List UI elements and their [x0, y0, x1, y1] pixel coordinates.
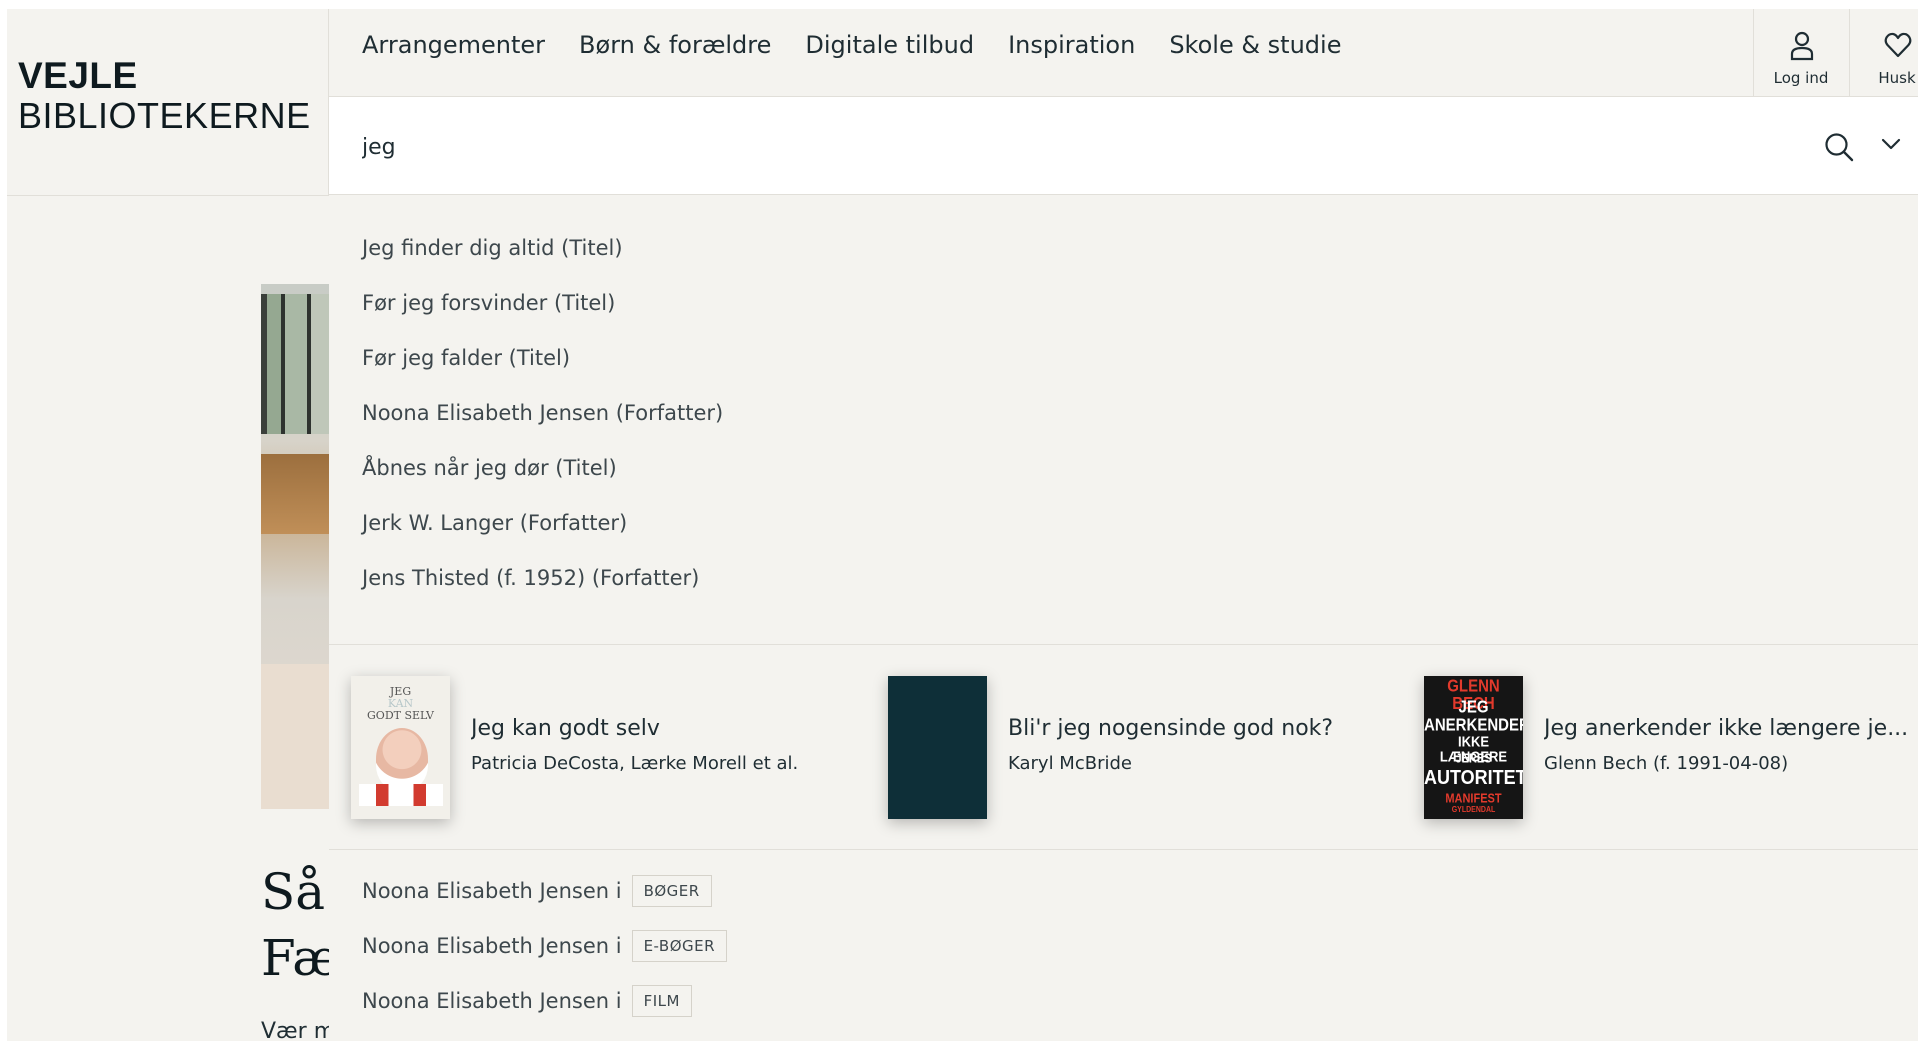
article-text: Vær m [261, 1019, 336, 1041]
format-suggestion-text: Noona Elisabeth Jensen i [362, 878, 622, 903]
book-cover: JEG KAN GODT SELV [351, 676, 450, 819]
autosuggest-dropdown: Jeg finder dig altid (Titel) Før jeg for… [329, 196, 1918, 1041]
chevron-down-icon[interactable] [1881, 137, 1901, 151]
book-cover: GLENN BECH JEG ANERKENDER IKKE LÆNGERE J… [1424, 676, 1523, 819]
nav-item-arrangementer[interactable]: Arrangementer [362, 31, 545, 59]
suggestion-item[interactable]: Åbnes når jeg dør (Titel) [362, 454, 723, 509]
article-photo [261, 284, 329, 809]
article-heading: Så Fæ [261, 863, 340, 987]
page: VEJLE BIBLIOTEKERNE Så Fæ Vær m Arrangem… [7, 9, 1918, 1041]
nav-item-skole-studie[interactable]: Skole & studie [1169, 31, 1341, 59]
format-suggestion-text: Noona Elisabeth Jensen i [362, 933, 622, 958]
search-icon[interactable] [1824, 132, 1854, 162]
user-icon [1790, 31, 1814, 61]
work-title: Bli'r jeg nogensinde god nok? [1008, 716, 1334, 741]
format-suggestion[interactable]: Noona Elisabeth Jensen i FILM [362, 973, 727, 1028]
header: Arrangementer Børn & forældre Digitale t… [329, 9, 1918, 97]
format-tag: BØGER [631, 874, 712, 907]
logo-line1: VEJLE [18, 55, 138, 96]
search-bar [329, 97, 1918, 195]
remember-label: Husk [1878, 69, 1916, 87]
remember-button[interactable]: Husk [1849, 9, 1918, 97]
suggestion-item[interactable]: Noona Elisabeth Jensen (Forfatter) [362, 399, 723, 454]
format-tag: E-BØGER [631, 929, 728, 962]
nav-item-digitale-tilbud[interactable]: Digitale tilbud [805, 31, 974, 59]
work-suggestion[interactable]: JEG KAN GODT SELV Jeg kan godt selv Patr… [351, 676, 871, 821]
format-suggestion[interactable]: Noona Elisabeth Jensen i BØGER [362, 863, 727, 918]
heart-icon [1884, 32, 1912, 58]
text-suggestions: Jeg finder dig altid (Titel) Før jeg for… [362, 234, 723, 619]
login-label: Log ind [1773, 69, 1829, 87]
login-button[interactable]: Log ind [1753, 9, 1848, 97]
work-suggestion[interactable]: Bli'r jeg nogensinde god nok? Karyl McBr… [888, 676, 1408, 821]
suggestion-item[interactable]: Før jeg falder (Titel) [362, 344, 723, 399]
work-title: Jeg kan godt selv [471, 716, 660, 741]
logo-line2: BIBLIOTEKERNE [18, 95, 311, 136]
work-suggestion[interactable]: GLENN BECH JEG ANERKENDER IKKE LÆNGERE J… [1424, 676, 1918, 821]
main-nav: Arrangementer Børn & forældre Digitale t… [362, 31, 1341, 59]
suggestion-item[interactable]: Jens Thisted (f. 1952) (Forfatter) [362, 564, 723, 619]
format-suggestion-text: Noona Elisabeth Jensen i [362, 988, 622, 1013]
work-author: Glenn Bech (f. 1991-04-08) [1544, 753, 1789, 774]
work-title: Jeg anerkender ikke længere je... [1544, 716, 1909, 741]
format-suggestions: Noona Elisabeth Jensen i BØGER Noona Eli… [362, 863, 728, 1028]
divider [329, 849, 1918, 850]
format-tag: FILM [631, 984, 692, 1017]
suggestion-item[interactable]: Jerk W. Langer (Forfatter) [362, 509, 723, 564]
suggestion-item[interactable]: Jeg finder dig altid (Titel) [362, 234, 723, 289]
search-input[interactable] [362, 127, 1742, 167]
nav-item-inspiration[interactable]: Inspiration [1008, 31, 1135, 59]
work-suggestions: JEG KAN GODT SELV Jeg kan godt selv Patr… [329, 644, 1918, 849]
work-author: Karyl McBride [1008, 753, 1132, 774]
work-author: Patricia DeCosta, Lærke Morell et al. [471, 753, 799, 774]
logo[interactable]: VEJLE BIBLIOTEKERNE [7, 9, 329, 196]
suggestion-item[interactable]: Før jeg forsvinder (Titel) [362, 289, 723, 344]
format-suggestion[interactable]: Noona Elisabeth Jensen i E-BØGER [362, 918, 728, 973]
book-cover [888, 676, 987, 819]
nav-item-boern-foraeldre[interactable]: Børn & forældre [579, 31, 771, 59]
